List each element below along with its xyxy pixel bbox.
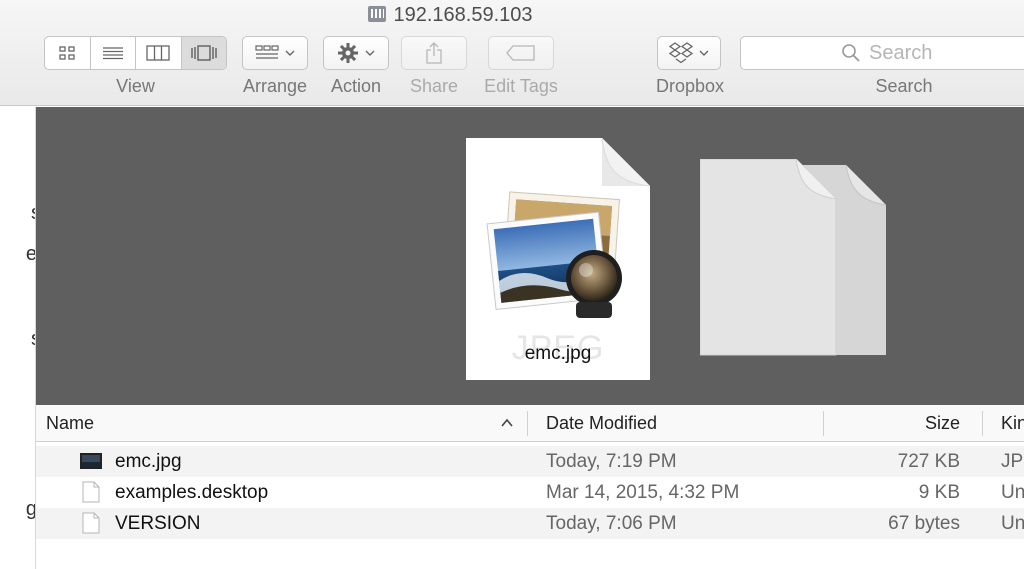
chevron-down-icon	[285, 50, 295, 56]
cover-flow-button[interactable]	[181, 37, 226, 69]
share-label: Share	[409, 76, 459, 96]
cover-flow-icon	[191, 45, 217, 61]
action-label: Action	[330, 76, 382, 96]
gear-icon	[338, 43, 358, 63]
share-icon	[426, 42, 442, 64]
file-name: VERSION	[115, 513, 201, 534]
search-box[interactable]	[740, 36, 1024, 70]
file-date: Today, 7:06 PM	[546, 513, 677, 534]
table-row[interactable]: VERSION Today, 7:06 PM 67 bytes Un	[36, 508, 1024, 539]
file-kind: JP	[1001, 451, 1024, 472]
chevron-down-icon	[699, 50, 709, 56]
action-button[interactable]	[323, 36, 389, 70]
file-kind: Un	[1001, 482, 1024, 503]
document-icon	[82, 512, 100, 534]
server-icon	[368, 6, 387, 22]
sidebar: s e s . g	[0, 107, 36, 569]
file-date: Today, 7:19 PM	[546, 451, 677, 472]
document-icon[interactable]	[700, 159, 896, 359]
image-thumbnail-icon	[80, 453, 102, 469]
window-title: 192.168.59.103	[0, 4, 900, 27]
sort-ascending-icon[interactable]	[500, 417, 514, 429]
toolbar: 192.168.59.103 View Arrange Action Share…	[0, 0, 1024, 106]
dropbox-button[interactable]	[657, 36, 721, 70]
search-icon	[842, 44, 860, 62]
list-view-button[interactable]	[91, 37, 136, 69]
file-size: 727 KB	[897, 451, 960, 472]
chevron-down-icon	[365, 50, 375, 56]
preview-file-name: emc.jpg	[524, 343, 592, 364]
search-input[interactable]	[869, 41, 1019, 65]
dropbox-icon	[669, 42, 693, 64]
view-label: View	[116, 76, 155, 96]
column-header-kind[interactable]: Kin	[1001, 405, 1024, 442]
edit-tags-button[interactable]	[488, 36, 554, 70]
file-list: Name Date Modified Size Kin emc.jpg Toda…	[36, 405, 1024, 569]
table-row[interactable]: examples.desktop Mar 14, 2015, 4:32 PM 9…	[36, 477, 1024, 508]
file-name: examples.desktop	[115, 482, 269, 503]
file-kind: Un	[1001, 513, 1024, 534]
table-row[interactable]: emc.jpg Today, 7:19 PM 727 KB JP	[36, 446, 1024, 477]
column-header-name[interactable]: Name	[46, 405, 94, 442]
list-header: Name Date Modified Size Kin	[36, 405, 1024, 442]
cover-flow-preview: JPEG emc.jpg	[36, 107, 1024, 405]
sidebar-item-fragment[interactable]: e	[26, 243, 35, 266]
edit-tags-label: Edit Tags	[484, 76, 558, 96]
document-icon	[82, 481, 100, 503]
column-header-size[interactable]: Size	[925, 405, 960, 442]
file-size: 9 KB	[918, 482, 960, 503]
column-divider[interactable]	[527, 411, 528, 436]
sidebar-item-fragment[interactable]: g	[26, 498, 35, 521]
list-icon	[102, 47, 123, 60]
dropbox-label: Dropbox	[655, 76, 725, 96]
column-divider[interactable]	[982, 411, 983, 436]
view-segmented-control[interactable]	[44, 36, 227, 70]
file-name: emc.jpg	[115, 451, 182, 472]
search-label: Search	[875, 76, 933, 96]
arrange-button[interactable]	[242, 36, 308, 70]
column-divider[interactable]	[823, 411, 824, 436]
columns-icon	[146, 45, 170, 61]
tag-icon	[506, 45, 535, 61]
file-date: Mar 14, 2015, 4:32 PM	[546, 482, 740, 503]
share-button[interactable]	[401, 36, 467, 70]
window-title-text: 192.168.59.103	[393, 4, 533, 26]
icon-view-button[interactable]	[45, 37, 91, 69]
arrange-label: Arrange	[242, 76, 308, 96]
grid-icon	[59, 46, 75, 60]
column-header-date[interactable]: Date Modified	[546, 405, 657, 442]
column-view-button[interactable]	[136, 37, 182, 69]
arrange-icon	[255, 45, 279, 59]
file-size: 67 bytes	[888, 513, 960, 534]
